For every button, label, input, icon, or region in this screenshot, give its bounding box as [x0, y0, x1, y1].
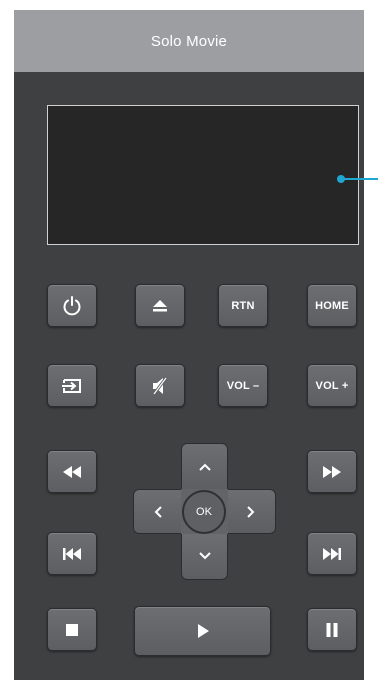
volume-up-button[interactable]: VOL + [307, 364, 357, 407]
chevron-left-icon [154, 505, 162, 518]
chevron-right-icon [247, 505, 255, 518]
title-bar: Solo Movie [14, 10, 364, 72]
rtn-label: RTN [231, 299, 255, 312]
ok-label: OK [196, 506, 212, 518]
mute-button[interactable] [135, 364, 185, 407]
play-button[interactable] [134, 606, 271, 656]
fast-forward-icon [323, 465, 341, 478]
eject-icon [153, 299, 167, 311]
stop-button[interactable] [47, 608, 97, 651]
dpad-down-button[interactable] [181, 532, 228, 580]
volume-down-label: VOL – [226, 379, 260, 392]
home-button[interactable]: HOME [307, 284, 357, 327]
input-button[interactable] [47, 364, 97, 407]
power-icon [63, 295, 81, 315]
rewind-button[interactable] [47, 450, 97, 493]
skip-next-button[interactable] [307, 532, 357, 575]
home-label: HOME [315, 299, 349, 312]
chevron-down-icon [198, 552, 211, 560]
skip-next-icon [323, 547, 341, 560]
dpad-right-button[interactable] [226, 489, 276, 534]
dpad-left-button[interactable] [133, 489, 183, 534]
eject-button[interactable] [135, 284, 185, 327]
display-screen [47, 105, 359, 245]
fast-forward-button[interactable] [307, 450, 357, 493]
play-icon [197, 624, 209, 638]
chevron-up-icon [198, 463, 211, 471]
stop-icon [66, 623, 78, 636]
pause-icon [326, 622, 338, 637]
screen-indicator-line [341, 178, 378, 180]
volume-up-label: VOL + [315, 379, 349, 392]
skip-previous-icon [63, 547, 81, 560]
pause-button[interactable] [307, 608, 357, 651]
input-icon [62, 378, 81, 393]
rewind-icon [63, 465, 81, 478]
dpad-up-button[interactable] [181, 443, 228, 491]
app-title: Solo Movie [150, 32, 228, 50]
rtn-button[interactable]: RTN [218, 284, 268, 327]
ok-button[interactable]: OK [182, 490, 226, 534]
skip-previous-button[interactable] [47, 532, 97, 575]
power-button[interactable] [47, 284, 97, 327]
mute-icon [152, 376, 168, 395]
volume-down-button[interactable]: VOL – [218, 364, 268, 407]
